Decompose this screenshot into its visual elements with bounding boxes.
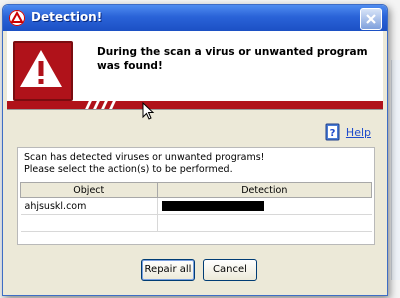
scan-message-line-2: Please select the action(s) to be perfor…	[24, 164, 233, 175]
title-bar[interactable]: Detection!	[3, 5, 387, 31]
close-icon	[366, 14, 376, 24]
help-label[interactable]: Help	[346, 126, 371, 139]
column-header-object[interactable]: Object	[20, 182, 158, 198]
warning-triangle-icon	[13, 41, 73, 101]
scan-message: Scan has detected viruses or unwanted pr…	[24, 152, 265, 176]
table-row-empty	[20, 214, 372, 232]
avira-logo-icon	[9, 10, 25, 26]
help-book-icon: ?	[325, 123, 340, 141]
cell-detection[interactable]	[156, 197, 372, 215]
header-message: During the scan a virus or unwanted prog…	[97, 46, 368, 72]
svg-text:?: ?	[330, 128, 336, 139]
column-header-detection[interactable]: Detection	[156, 182, 373, 198]
detection-dialog: Detection! During the scan a virus or un…	[2, 4, 388, 296]
mouse-pointer-icon	[142, 102, 155, 120]
detection-table: Object Detection ahjsuskl.com	[20, 182, 373, 232]
scan-message-line-1: Scan has detected viruses or unwanted pr…	[24, 152, 265, 163]
header-panel: During the scan a virus or unwanted prog…	[7, 31, 383, 110]
background-panel-right	[391, 60, 400, 280]
table-header-row: Object Detection	[20, 182, 373, 198]
window-title: Detection!	[31, 10, 103, 24]
header-stripe	[7, 101, 383, 109]
repair-all-button[interactable]: Repair all	[141, 259, 195, 281]
help-link[interactable]: ? Help	[324, 123, 371, 141]
cell-object[interactable]: ahjsuskl.com	[20, 197, 158, 215]
cancel-button[interactable]: Cancel	[203, 259, 257, 281]
redacted-detection-name	[161, 201, 264, 211]
results-panel: Scan has detected viruses or unwanted pr…	[17, 147, 375, 245]
close-button[interactable]	[360, 8, 382, 30]
table-row[interactable]: ahjsuskl.com	[20, 197, 372, 215]
